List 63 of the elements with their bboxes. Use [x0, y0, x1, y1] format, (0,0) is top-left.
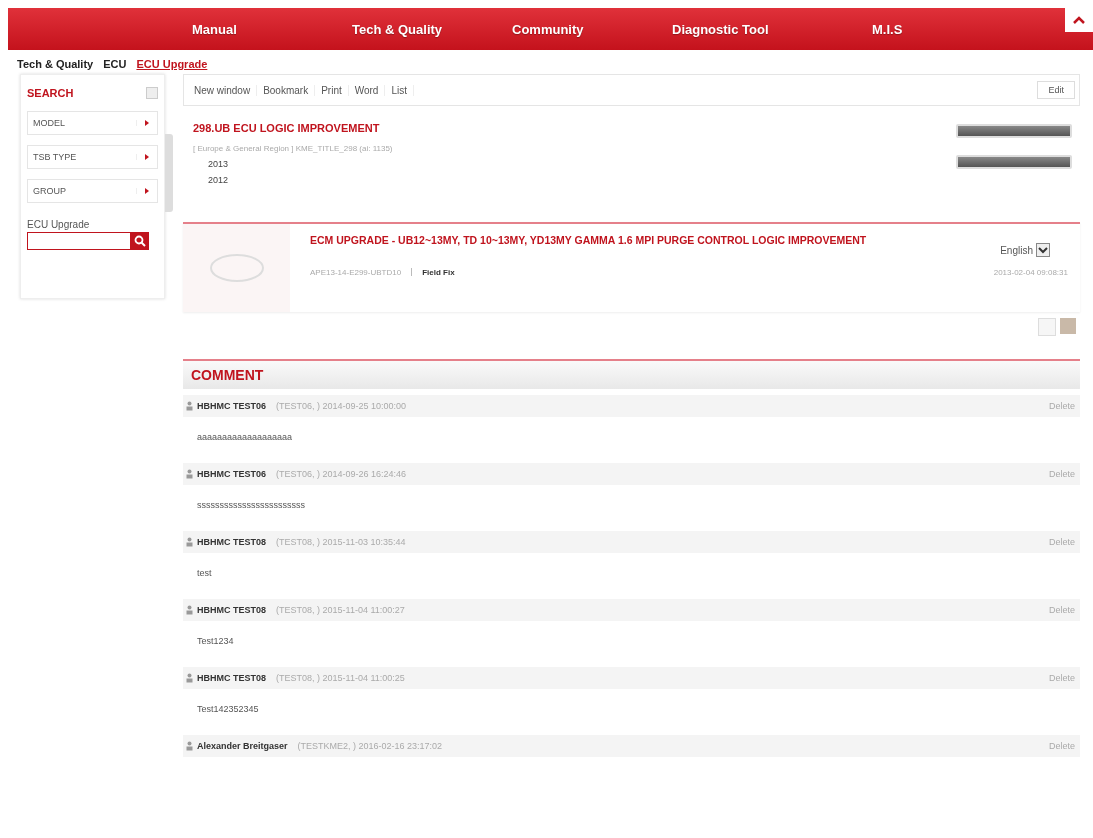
comment-author: HBHMC TEST08	[197, 537, 266, 547]
toolbar-link[interactable]: New window	[188, 84, 258, 96]
comment-meta: (TEST06, ) 2014-09-26 16:24:46	[276, 469, 407, 479]
scroll-top-button[interactable]	[1065, 8, 1093, 32]
user-icon	[186, 605, 193, 615]
comment-text: test	[196, 567, 213, 580]
toolbar-link[interactable]: Bookmark	[257, 84, 316, 96]
panel-title: SEARCH	[27, 87, 74, 99]
comment-meta: (TEST06, ) 2014-09-25 10:00:00	[276, 401, 407, 411]
article-date: 2013-02-04 09:08:31	[993, 268, 1068, 277]
comment-meta: (TESTKME2, ) 2016-02-16 23:17:02	[297, 741, 443, 751]
comment-meta: (TEST08, ) 2015-11-03 10:35:44	[276, 537, 406, 547]
attachment-button-icon[interactable]	[956, 155, 1072, 169]
year-item[interactable]: 2013	[193, 159, 956, 169]
oval-logo-icon	[208, 253, 265, 283]
comment-author: HBHMC TEST06	[197, 401, 266, 411]
panel-handle[interactable]	[165, 134, 173, 212]
comment-meta: (TEST08, ) 2015-11-04 11:00:27	[276, 605, 405, 615]
user-icon	[186, 537, 193, 547]
article-type: Field Fix	[422, 268, 455, 277]
year-item[interactable]: 2012	[193, 175, 956, 185]
nav-tab[interactable]: Community	[512, 21, 672, 37]
nav-tab[interactable]: Tech & Quality	[352, 21, 512, 37]
breadcrumb-link[interactable]: ECU Upgrade	[136, 58, 208, 70]
breadcrumb-link[interactable]: ECU	[103, 58, 127, 70]
comment-text: ssssssssssssssssssssssss	[196, 499, 306, 512]
nav-tab[interactable]: M.I.S	[872, 21, 1032, 37]
caret-icon	[145, 120, 149, 126]
toolbar-link[interactable]: List	[385, 84, 414, 96]
toolbar-link[interactable]: Print	[315, 84, 349, 96]
attachment-button-icon[interactable]	[956, 124, 1072, 138]
filter-dropdown[interactable]: MODEL	[27, 111, 158, 135]
edit-button[interactable]: Edit	[1037, 81, 1075, 99]
nav-tab[interactable]: Diagnostic Tool	[672, 21, 872, 37]
filter-dropdown[interactable]: GROUP	[27, 179, 158, 203]
search-field[interactable]	[27, 232, 131, 250]
comment-author: HBHMC TEST08	[197, 605, 266, 615]
caret-icon	[145, 154, 149, 160]
comment-author: HBHMC TEST08	[197, 673, 266, 683]
document-path: [ Europe & General Region ] KME_TITLE_298 (ai: 1135)	[193, 144, 394, 153]
nav-tab[interactable]: Manual	[192, 21, 352, 37]
breadcrumb-link[interactable]: Tech & Quality	[17, 58, 94, 70]
user-icon	[186, 469, 193, 479]
comment-text: aaaaaaaaaaaaaaaaaaa	[196, 431, 294, 444]
comment-meta: (TEST08, ) 2015-11-04 11:00:25	[276, 673, 405, 683]
chevron-up-icon	[1073, 16, 1085, 24]
filter-dropdown[interactable]: TSB TYPE	[27, 145, 158, 169]
section-title: COMMENT	[191, 367, 264, 383]
user-icon	[186, 673, 193, 683]
comment-text: Test1234	[196, 635, 235, 648]
comment-text: Test142352345	[196, 703, 260, 716]
user-icon	[186, 401, 193, 411]
document-title[interactable]: 298.UB ECU LOGIC IMPROVEMENT	[193, 122, 956, 134]
user-icon	[186, 741, 193, 751]
article-code: APE13-14-E299-UBTD10	[310, 268, 402, 277]
toolbar-link[interactable]: Word	[348, 84, 386, 96]
search-button[interactable]	[131, 232, 149, 250]
caret-icon	[145, 188, 149, 194]
search-label: ECU Upgrade	[27, 219, 91, 230]
comment-author: Alexander Breitgaser	[197, 741, 288, 751]
comment-author: HBHMC TEST06	[197, 469, 266, 479]
language-dropdown[interactable]: English	[1000, 242, 1050, 258]
article-title: ECM UPGRADE - UB12~13MY, TD 10~13MY, YD13MY GAMMA 1.6 MPI PURGE CONTROL LOGIC IMPROVEMENT	[310, 234, 868, 248]
